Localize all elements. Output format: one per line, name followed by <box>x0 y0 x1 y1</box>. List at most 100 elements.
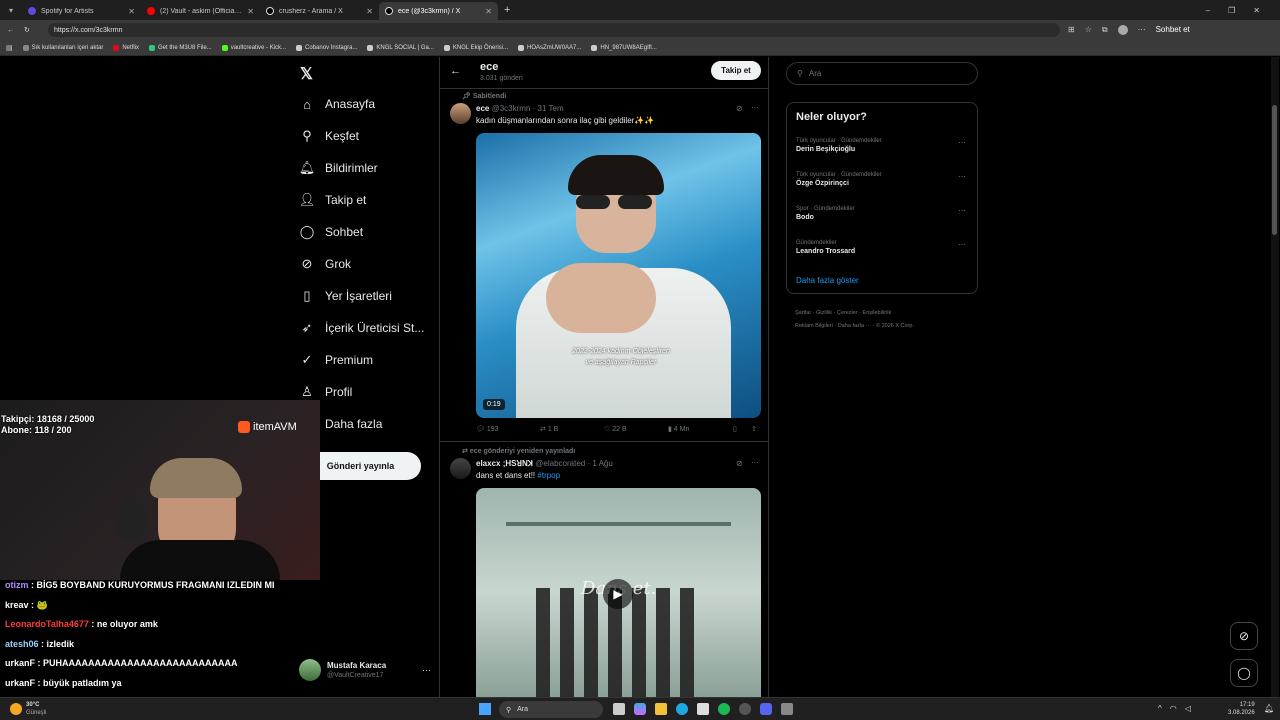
footer-line[interactable]: Şartlar · Gizlilik · Çerezler · Erişileb… <box>795 307 914 320</box>
bookmark-item[interactable]: Get the M3U8 File... <box>149 44 212 51</box>
extensions-icon[interactable]: ⧉ <box>1102 25 1108 35</box>
network-icon[interactable]: ◠ <box>1170 704 1177 713</box>
share-icon[interactable]: ⇪ <box>751 425 757 433</box>
tweet-handle[interactable]: @elabcorated <box>535 459 585 468</box>
grok-icon[interactable]: ⊘ <box>736 104 743 113</box>
close-window-icon[interactable]: ✕ <box>1253 6 1260 15</box>
close-tab-icon[interactable]: ✕ <box>485 7 492 16</box>
nav-item[interactable]: ⊘ Grok <box>299 256 351 272</box>
close-tab-icon[interactable]: ✕ <box>247 7 254 16</box>
play-button[interactable]: ▶ <box>603 579 633 609</box>
browser-tab[interactable]: crusherz - Arama / X ✕ <box>260 2 379 20</box>
nav-item[interactable]: ➶ İçerik Üreticisi St... <box>299 320 425 336</box>
repost-button[interactable]: ⇄ 1 B <box>540 425 558 433</box>
grok-icon[interactable]: ⊘ <box>736 459 743 468</box>
star-icon[interactable]: ☆ <box>1085 25 1092 35</box>
refresh-icon[interactable]: ↻ <box>24 26 30 34</box>
tweet-date[interactable]: · 31 Tem <box>533 104 564 113</box>
trend-item[interactable]: Gündemdekiler Leandro Trossard ⋯ <box>796 240 972 255</box>
nav-item[interactable]: ▯ Yer İşaretleri <box>299 288 392 304</box>
tweet-date[interactable]: · 1 Ağu <box>587 459 612 468</box>
nav-item[interactable]: 👤︎ Takip et <box>299 192 367 208</box>
more-icon[interactable]: ⋯ <box>958 172 966 181</box>
tweet-author[interactable]: ece <box>476 104 489 113</box>
scrollbar-thumb[interactable] <box>1272 105 1277 235</box>
tweet[interactable]: 📌︎ Sabitlendi ece @3c3krmn · 31 Tem ⊘ ⋯ … <box>440 88 768 441</box>
back-icon[interactable]: ← <box>7 27 14 34</box>
trend-item[interactable]: Türk oyuncular · Gündemdekiler Derin Beşi… <box>796 138 972 153</box>
bookmark-item[interactable]: Cobanov Instagra... <box>296 44 357 51</box>
more-icon[interactable]: ⋯ <box>751 458 759 467</box>
volume-icon[interactable]: ◁ <box>1185 704 1191 713</box>
weather-widget[interactable]: 30°C Güneşli <box>10 701 46 717</box>
xbox-icon[interactable] <box>739 703 751 715</box>
file-explorer-icon[interactable] <box>655 703 667 715</box>
discord-icon[interactable] <box>760 703 772 715</box>
calculator-icon[interactable] <box>781 703 793 715</box>
more-icon[interactable]: ⋯ <box>958 138 966 147</box>
nav-item[interactable]: ♙ Profil <box>299 384 352 400</box>
search-input[interactable]: ⚲ Ara <box>786 62 978 85</box>
new-tab-button[interactable]: + <box>504 4 510 16</box>
edge-icon[interactable] <box>676 703 688 715</box>
spotify-icon[interactable] <box>718 703 730 715</box>
hashtag-link[interactable]: #trpop <box>537 471 560 480</box>
tray-chevron-icon[interactable]: ^ <box>1158 704 1162 713</box>
account-switcher[interactable]: Mustafa Karaca @VaultCreative17 ⋯ <box>299 657 431 683</box>
bookmark-icon[interactable]: ▯ <box>733 425 737 433</box>
zoom-icon[interactable]: ⊞ <box>1068 25 1075 35</box>
bookmark-item[interactable]: HN_987UW8AEgIfl... <box>591 44 657 51</box>
x-logo-icon[interactable]: 𝕏 <box>300 64 313 84</box>
store-icon[interactable] <box>697 703 709 715</box>
nav-item[interactable]: ⌂ Anasayfa <box>299 96 375 112</box>
show-more-link[interactable]: Daha fazla göster <box>796 276 859 285</box>
tweet-handle[interactable]: @3c3krmn <box>492 104 531 113</box>
nav-item[interactable]: 🔔︎ Bildirimler <box>299 160 378 176</box>
avatar[interactable] <box>450 458 471 479</box>
more-icon[interactable]: ⋯ <box>751 103 759 112</box>
avatar[interactable] <box>1117 25 1128 35</box>
grok-floating-button[interactable]: ⊘ <box>1230 622 1258 650</box>
bookmark-item[interactable]: Sık kullanılanları içeri aktar <box>22 44 103 51</box>
maximize-icon[interactable]: ❐ <box>1228 6 1235 15</box>
more-icon[interactable]: ⋯ <box>422 665 431 676</box>
tweet-video[interactable]: 2023-2024 kadının Objeleştiren ve aşağıl… <box>476 133 761 418</box>
bookmarks-folder-icon[interactable]: ▤ <box>6 44 13 52</box>
close-tab-icon[interactable]: ✕ <box>128 7 135 16</box>
more-icon[interactable]: ⋯ <box>958 206 966 215</box>
more-icon[interactable]: ⋯ <box>958 240 966 249</box>
follow-button[interactable]: Takip et <box>711 61 761 80</box>
reply-button[interactable]: 💬︎ 193 <box>476 425 499 433</box>
tweet-author[interactable]: elaxcx ;HSꓤNꓘ <box>476 459 533 468</box>
trend-item[interactable]: Türk oyuncular · Gündemdekiler Özge Özpir… <box>796 172 972 187</box>
trend-item[interactable]: Spor · Gündemdekiler Bodo ⋯ <box>796 206 972 221</box>
tweet[interactable]: ⇄ ece gönderiyi yeniden yayınladı elaxcx… <box>440 441 768 698</box>
bookmark-item[interactable]: vaultcreative - Kick... <box>221 44 286 51</box>
nav-item[interactable]: ✓ Premium <box>299 352 373 368</box>
bookmark-item[interactable]: HOAsZmUW0AA7... <box>518 44 581 51</box>
bookmark-item[interactable]: KNGL Ekip Önerisi... <box>443 44 508 51</box>
avatar[interactable] <box>450 103 471 124</box>
tab-actions-icon[interactable]: ▾ <box>0 6 22 15</box>
footer-links[interactable]: Şartlar · Gizlilik · Çerezler · Erişileb… <box>795 307 914 333</box>
clock-date[interactable]: 3.08.2026 <box>1228 709 1255 717</box>
taskbar-search[interactable]: ⚲ Ara <box>499 701 603 718</box>
views-button[interactable]: ▮ 4 Mn <box>668 425 689 433</box>
nav-item[interactable]: ⚲ Keşfet <box>299 128 359 144</box>
footer-line[interactable]: Reklam Bilgileri · Daha fazla ··· · © 20… <box>795 320 914 333</box>
url-input[interactable]: https://x.com/3c3krmn <box>48 23 1060 37</box>
messages-floating-button[interactable]: ◯ <box>1230 659 1258 687</box>
menu-icon[interactable]: ⋯ <box>1138 25 1146 35</box>
bookmark-item[interactable]: KNGL SOCIAL | Ga... <box>367 44 434 51</box>
minimize-icon[interactable]: – <box>1206 6 1210 15</box>
tweet-video[interactable]: Dans et. ▶ <box>476 488 761 698</box>
like-button[interactable]: ♡ 22 B <box>604 425 627 433</box>
copilot-icon[interactable] <box>634 703 646 715</box>
start-button[interactable] <box>479 703 491 715</box>
browser-tab[interactable]: (2) Vault - askim (Official Music Vi... ✕ <box>141 2 260 20</box>
scrollbar[interactable] <box>1271 57 1279 697</box>
clock-time[interactable]: 17:19 <box>1228 701 1255 709</box>
copilot-button[interactable]: Sohbet et <box>1156 25 1190 35</box>
notifications-icon[interactable]: 🔔︎ <box>1264 704 1274 713</box>
nav-item[interactable]: ◯ Sohbet <box>299 224 363 240</box>
